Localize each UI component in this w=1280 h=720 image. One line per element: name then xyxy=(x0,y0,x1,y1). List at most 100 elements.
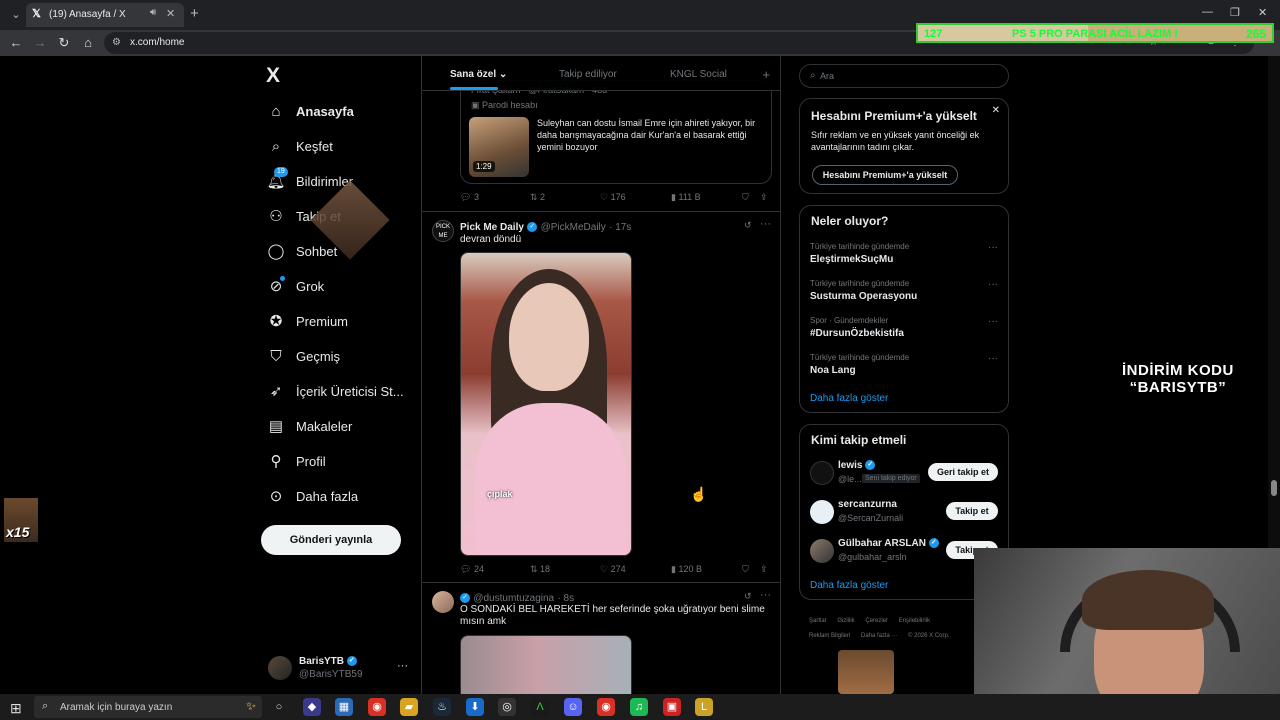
footer-link[interactable]: Gizlilik xyxy=(837,618,854,624)
league-icon[interactable]: L xyxy=(695,698,713,716)
more-icon[interactable]: ··· xyxy=(397,660,408,672)
like-action[interactable]: ♡ 176 xyxy=(600,192,626,203)
repost-action[interactable]: ⇅ 18 xyxy=(530,564,550,575)
footer-link[interactable]: Şartlar xyxy=(809,618,827,624)
scrollbar-thumb[interactable] xyxy=(1271,480,1277,496)
tweet-video[interactable]: çıplak xyxy=(460,252,632,556)
follow-button[interactable]: Takip et xyxy=(946,502,998,520)
follow-back-button[interactable]: Geri takip et xyxy=(928,463,998,481)
site-info-icon[interactable]: ⚙ xyxy=(112,37,121,48)
close-icon[interactable]: ✕ xyxy=(992,105,1000,116)
tweet[interactable]: ✓ @dustumtuzagina · 8s ↺ ··· O SONDAKİ B… xyxy=(422,583,780,694)
tweet-video[interactable] xyxy=(460,635,632,694)
app-icon[interactable]: Λ xyxy=(531,698,549,716)
footer-link[interactable]: Daha fazla ··· xyxy=(861,633,897,639)
home-browser-icon[interactable]: ⌂ xyxy=(80,35,96,51)
avatar[interactable] xyxy=(432,591,454,613)
reload-icon[interactable]: ↻ xyxy=(56,35,72,51)
forward-icon[interactable]: → xyxy=(32,35,48,51)
bookmark-action-icon[interactable]: ⛉ xyxy=(742,192,749,203)
x-logo-icon[interactable]: X xyxy=(266,64,280,88)
windows-start-icon[interactable]: ⊞ xyxy=(10,700,22,717)
more-icon[interactable]: ··· xyxy=(760,589,771,601)
close-window-icon[interactable]: ✕ xyxy=(1258,6,1267,19)
footer-link[interactable]: Çerezler xyxy=(865,618,888,624)
chrome-icon[interactable]: ◉ xyxy=(597,698,615,716)
nav-chat[interactable]: ◯ Sohbet xyxy=(266,239,338,263)
trend-item[interactable]: Türkiye tarihinde gündemde Susturma Oper… xyxy=(800,277,1008,307)
tab-following[interactable]: Takip ediliyor xyxy=(559,69,617,80)
follow-suggestion[interactable]: sercanzurna @SercanZurnali Takip et xyxy=(800,498,1008,528)
nav-creator-studio[interactable]: ➶ İçerik Üreticisi St... xyxy=(266,379,404,403)
discord-icon[interactable]: ☺ xyxy=(564,698,582,716)
app-icon[interactable]: ⬇ xyxy=(466,698,484,716)
author-handle[interactable]: @dustumtuzagina xyxy=(473,593,554,604)
chrome-icon[interactable]: ◉ xyxy=(368,698,386,716)
views-action[interactable]: ▮ 120 B xyxy=(671,564,702,575)
quoted-tweet[interactable]: Fırat Şakarn · @FiratSakarn · 48d ▣ Paro… xyxy=(460,80,772,184)
tab-for-you[interactable]: Sana özel ⌄ xyxy=(450,69,507,80)
nav-premium[interactable]: ✪ Premium xyxy=(266,309,348,333)
folder-icon[interactable]: ▰ xyxy=(400,698,418,716)
trend-item[interactable]: Türkiye tarihinde gündemde Noa Lang ··· xyxy=(800,351,1008,381)
upgrade-premium-button[interactable]: Hesabını Premium+'a yükselt xyxy=(812,165,958,185)
repost-action[interactable]: ⇅ 2 xyxy=(530,192,545,203)
footer-link[interactable]: Reklam Bilgileri xyxy=(809,633,850,639)
search-input[interactable]: ⌕ Ara xyxy=(799,64,1009,88)
app-icon[interactable]: ◆ xyxy=(303,698,321,716)
tweet-header: Pick Me Daily ✓ @PickMeDaily · 17s xyxy=(460,219,631,233)
steam-icon[interactable]: ♨ xyxy=(433,698,451,716)
nav-more[interactable]: ⊙ Daha fazla xyxy=(266,484,358,508)
reply-action[interactable]: 💬︎ 3 xyxy=(460,192,479,203)
more-icon[interactable]: ··· xyxy=(988,242,998,253)
like-action[interactable]: ♡ 274 xyxy=(600,564,626,575)
reply-action[interactable]: 💬︎ 24 xyxy=(460,564,484,575)
add-tab-icon[interactable]: + xyxy=(762,67,770,82)
show-more-trends-link[interactable]: Daha fazla göster xyxy=(810,393,888,404)
nav-grok[interactable]: ⊘ Grok xyxy=(266,274,324,298)
trend-item[interactable]: Türkiye tarihinde gündemde EleştirmekSuç… xyxy=(800,240,1008,270)
author-handle[interactable]: @PickMeDaily xyxy=(541,222,606,233)
tweet[interactable]: PICK ME Pick Me Daily ✓ @PickMeDaily · 17… xyxy=(422,212,780,582)
views-action[interactable]: ▮ 111 B xyxy=(671,192,701,203)
more-icon[interactable]: ··· xyxy=(988,353,998,364)
trend-item[interactable]: Spor · Gündemdekiler #DursunÖzbekistifa … xyxy=(800,314,1008,344)
minimize-icon[interactable]: — xyxy=(1202,6,1213,18)
footer-link[interactable]: Erişilebilirlik xyxy=(899,618,930,624)
browser-tab[interactable]: 𝕏 (19) Anasayfa / X 🔊︎ ✕ xyxy=(26,3,184,27)
taskbar-search-input[interactable]: ⌕ Aramak için buraya yazın ✨︎ xyxy=(34,696,262,718)
show-more-follows-link[interactable]: Daha fazla göster xyxy=(810,580,888,591)
bookmark-action-icon[interactable]: ⛉ xyxy=(742,564,749,575)
nav-bookmarks[interactable]: ⛉ Geçmiş xyxy=(266,344,340,368)
post-button[interactable]: Gönderi yayınla xyxy=(261,525,401,555)
new-tab-button[interactable]: + xyxy=(190,5,199,22)
more-icon[interactable]: ··· xyxy=(988,279,998,290)
spotify-icon[interactable]: ♫ xyxy=(630,698,648,716)
task-view-icon[interactable]: ○ xyxy=(270,698,288,716)
obs-icon[interactable]: ◎ xyxy=(498,698,516,716)
tab-kngl-social[interactable]: KNGL Social xyxy=(670,69,727,80)
close-tab-icon[interactable]: ✕ xyxy=(166,7,175,20)
quote-video-thumbnail[interactable]: 1:29 xyxy=(469,117,529,177)
tab-search-icon[interactable]: ⌄ xyxy=(8,7,24,23)
nav-articles[interactable]: ▤ Makaleler xyxy=(266,414,352,438)
screen: ⌄ 𝕏 (19) Anasayfa / X 🔊︎ ✕ + — ❐ ✕ ← → ↻… xyxy=(0,0,1280,720)
app-icon[interactable]: ▣ xyxy=(663,698,681,716)
restore-icon[interactable]: ❐ xyxy=(1230,6,1240,19)
share-action-icon[interactable]: ⇪ xyxy=(760,564,768,575)
store-icon[interactable]: ▦ xyxy=(335,698,353,716)
back-icon[interactable]: ← xyxy=(8,35,24,51)
nav-home[interactable]: ⌂ Anasayfa xyxy=(266,99,353,123)
grok-explain-icon[interactable]: ↺ xyxy=(744,591,752,602)
author-name[interactable]: Pick Me Daily xyxy=(460,222,524,233)
account-switcher[interactable]: BarisYTB ✓ @BarisYTB59 ··· xyxy=(268,656,414,682)
share-action-icon[interactable]: ⇪ xyxy=(760,192,768,203)
nav-explore[interactable]: ⌕ Keşfet xyxy=(266,134,333,158)
follow-suggestion[interactable]: lewis ✓ @le... Seni takip ediyor Geri ta… xyxy=(800,459,1008,489)
more-icon[interactable]: ··· xyxy=(988,316,998,327)
grok-explain-icon[interactable]: ↺ xyxy=(744,220,752,231)
more-icon[interactable]: ··· xyxy=(760,218,771,230)
nav-profile[interactable]: ⚲ Profil xyxy=(266,449,326,473)
avatar[interactable]: PICK ME xyxy=(432,220,454,242)
speaker-icon[interactable]: 🔊︎ xyxy=(150,7,156,18)
